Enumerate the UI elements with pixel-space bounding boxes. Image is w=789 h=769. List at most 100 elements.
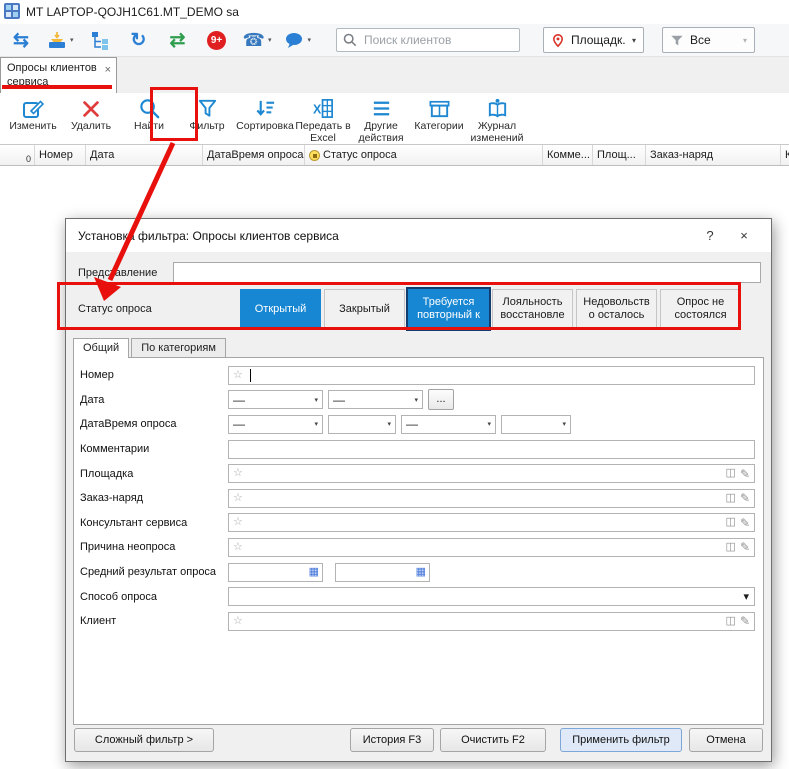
transfer-icon[interactable]: ⇄: [165, 31, 191, 50]
edit-pencil-icon[interactable]: ✎: [740, 517, 750, 529]
status-button-repeat[interactable]: Требуется повторный к: [408, 289, 489, 329]
tree-icon[interactable]: [87, 30, 113, 50]
app-icon: [4, 3, 20, 22]
status-button-not-held[interactable]: Опрос не состоялся: [660, 289, 741, 329]
lookup-book-icon[interactable]: ◫: [726, 517, 736, 528]
edit-button[interactable]: Изменить: [4, 94, 62, 144]
view-label: Представление: [78, 267, 173, 279]
status-button-closed[interactable]: Закрытый: [324, 289, 405, 329]
workorder-lookup[interactable]: ☆ ◫✎: [228, 489, 755, 508]
column-header-status[interactable]: Статус опроса: [305, 145, 543, 165]
export-excel-button[interactable]: X Передать в Excel: [294, 94, 352, 144]
field-row-consultant: Консультант сервиса ☆ ◫✎: [80, 511, 755, 536]
view-input[interactable]: [173, 262, 761, 283]
number-input[interactable]: ☆: [228, 366, 755, 385]
chevron-down-icon: ▾: [562, 420, 566, 428]
filter-dialog: Установка фильтра: Опросы клиентов серви…: [65, 218, 772, 762]
package-icon: [428, 96, 451, 121]
star-icon: ☆: [233, 517, 243, 528]
column-header-workorder[interactable]: Заказ-наряд: [646, 145, 781, 165]
chevron-down-icon: ▾: [414, 396, 418, 404]
datetime-combo-4[interactable]: ▾: [501, 415, 571, 434]
datetime-combo-2[interactable]: ▾: [328, 415, 396, 434]
find-button[interactable]: Найти: [120, 94, 178, 144]
notification-badge[interactable]: 9+: [204, 31, 230, 50]
chevron-down-icon: ▾: [743, 590, 749, 603]
lookup-book-icon[interactable]: ◫: [726, 542, 736, 553]
date-more-button[interactable]: ...: [428, 389, 454, 410]
tab-by-categories[interactable]: По категориям: [131, 338, 226, 357]
edit-pencil-icon[interactable]: ✎: [740, 541, 750, 553]
site-lookup[interactable]: ☆ ◫✎: [228, 464, 755, 483]
refresh-icon[interactable]: ↻: [126, 31, 152, 50]
column-header-comments[interactable]: Комме...: [543, 145, 593, 165]
tab-general[interactable]: Общий: [73, 338, 129, 358]
consultant-lookup[interactable]: ☆ ◫ ✎: [228, 513, 755, 532]
lookup-book-icon[interactable]: ◫: [726, 493, 736, 504]
field-row-date: Дата —▾ —▾ ...: [80, 388, 755, 413]
number-grid-icon[interactable]: ▦: [309, 567, 319, 578]
complex-filter-button[interactable]: Сложный фильтр >: [74, 728, 214, 752]
chevron-down-icon: ▾: [314, 396, 318, 404]
date-to-combo[interactable]: —▾: [328, 390, 423, 409]
datetime-combo-3[interactable]: —▾: [401, 415, 496, 434]
cancel-button[interactable]: Отмена: [689, 728, 763, 752]
change-log-button[interactable]: Журнал изменений: [468, 94, 526, 144]
filter-fields-page: Номер ☆ Дата —▾ —▾ ... ДатаВремя опроса …: [73, 357, 764, 725]
apply-filter-button[interactable]: Применить фильтр: [560, 728, 682, 752]
exchange-icon[interactable]: ⇆: [8, 31, 34, 50]
grid-header: 0 Номер Дата ДатаВремя опроса Статус опр…: [0, 145, 789, 166]
tab-close-icon[interactable]: ×: [105, 65, 111, 76]
avg-result-to-input[interactable]: ▦: [335, 563, 430, 582]
history-button[interactable]: История F3: [350, 728, 434, 752]
sort-button[interactable]: Сортировка: [236, 94, 294, 144]
dialog-titlebar: Установка фильтра: Опросы клиентов серви…: [66, 219, 771, 252]
avg-result-from-input[interactable]: ▦: [228, 563, 323, 582]
survey-method-select[interactable]: ▾: [228, 587, 755, 606]
categories-button[interactable]: Категории: [410, 94, 468, 144]
nosurvey-reason-lookup[interactable]: ☆ ◫ ✎: [228, 538, 755, 557]
search-input[interactable]: [362, 32, 513, 48]
edit-pencil-icon[interactable]: ✎: [740, 468, 750, 480]
field-row-workorder: Заказ-наряд ☆ ◫✎: [80, 486, 755, 511]
excel-icon: X: [312, 96, 335, 121]
edit-pencil-icon[interactable]: ✎: [740, 615, 750, 627]
lookup-book-icon[interactable]: ◫: [726, 468, 736, 479]
lookup-book-icon[interactable]: ◫: [726, 616, 736, 627]
dialog-close-button[interactable]: ×: [727, 228, 761, 243]
client-search[interactable]: [336, 28, 520, 52]
column-header-number[interactable]: Номер: [35, 145, 86, 165]
field-row-survey-method: Способ опроса ▾: [80, 584, 755, 609]
inbox-icon[interactable]: ▾: [47, 30, 74, 50]
status-button-open[interactable]: Открытый: [240, 289, 321, 329]
phone-icon[interactable]: ☎ ▾: [243, 31, 272, 49]
more-actions-button[interactable]: Другие действия: [352, 94, 410, 144]
edit-pencil-icon[interactable]: ✎: [740, 492, 750, 504]
date-from-combo[interactable]: —▾: [228, 390, 323, 409]
field-row-comments: Комментарии: [80, 437, 755, 462]
status-filter-row: Статус опроса Открытый Закрытый Требуетс…: [78, 287, 761, 331]
dialog-footer: Сложный фильтр > История F3 Очистить F2 …: [66, 719, 771, 761]
number-grid-icon[interactable]: ▦: [416, 567, 426, 578]
column-header-date[interactable]: Дата: [86, 145, 203, 165]
column-header-site[interactable]: Площ...: [593, 145, 646, 165]
chevron-down-icon: ▾: [632, 36, 636, 45]
client-lookup[interactable]: ☆ ◫✎: [228, 612, 755, 631]
clear-button[interactable]: Очистить F2: [440, 728, 546, 752]
field-row-avg-result: Средний результат опроса ▦ ▦: [80, 560, 755, 585]
tab-service-surveys[interactable]: Опросы клиентов сервиса ×: [0, 57, 117, 93]
status-button-dissatisfied[interactable]: Недовольств о осталось: [576, 289, 657, 329]
field-row-number: Номер ☆: [80, 363, 755, 388]
column-header-datetime[interactable]: ДатаВремя опроса: [203, 145, 305, 165]
quick-filter-selector[interactable]: Все ▾: [662, 27, 755, 53]
datetime-combo-1[interactable]: —▾: [228, 415, 323, 434]
chat-icon[interactable]: ▾: [284, 30, 311, 50]
delete-button[interactable]: Удалить: [62, 94, 120, 144]
column-header-client[interactable]: К: [781, 145, 789, 165]
star-icon: ☆: [233, 542, 243, 553]
status-button-loyalty[interactable]: Лояльность восстановле: [492, 289, 573, 329]
dialog-help-button[interactable]: ?: [693, 228, 727, 243]
comments-input[interactable]: [228, 440, 755, 459]
filter-button[interactable]: Фильтр: [178, 94, 236, 144]
site-selector[interactable]: Площадк... ▾: [543, 27, 644, 53]
